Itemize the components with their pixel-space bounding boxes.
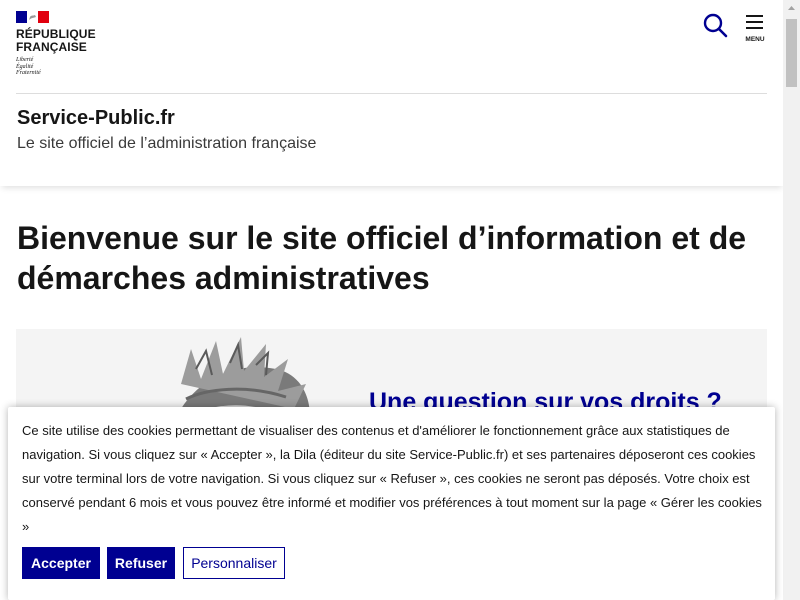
menu-button[interactable]: MENU (743, 15, 767, 45)
vertical-scrollbar[interactable] (783, 0, 800, 600)
brand-francaise: FRANÇAISE (16, 40, 87, 54)
search-icon (703, 13, 728, 38)
site-name[interactable]: Service-Public.fr (17, 107, 175, 130)
menu-label: MENU (745, 36, 765, 43)
scroll-up-button[interactable] (783, 0, 800, 17)
devise: Liberté Égalité Fraternité (16, 57, 41, 77)
header-divider (16, 93, 767, 94)
devise-fraternite: Fraternité (16, 70, 41, 76)
cookie-consent-banner: Ce site utilise des cookies permettant d… (8, 407, 775, 600)
republique-francaise-wordmark[interactable]: RÉPUBLIQUE FRANÇAISE (16, 28, 96, 54)
site-tagline: Le site officiel de l’administration fra… (17, 135, 317, 152)
page-title: Bienvenue sur le site officiel d’informa… (17, 220, 747, 296)
marianne-flag-logo (16, 11, 49, 23)
refuse-cookies-button[interactable]: Refuser (107, 547, 175, 579)
arrow-up-icon (788, 6, 795, 10)
search-button[interactable] (702, 12, 728, 38)
site-header: RÉPUBLIQUE FRANÇAISE Liberté Égalité Fra… (0, 0, 784, 186)
cookie-text: Ce site utilise des cookies permettant d… (22, 423, 762, 534)
customize-cookies-button[interactable]: Personnaliser (183, 547, 285, 579)
scrollbar-thumb[interactable] (786, 19, 797, 87)
accept-cookies-button[interactable]: Accepter (22, 547, 100, 579)
